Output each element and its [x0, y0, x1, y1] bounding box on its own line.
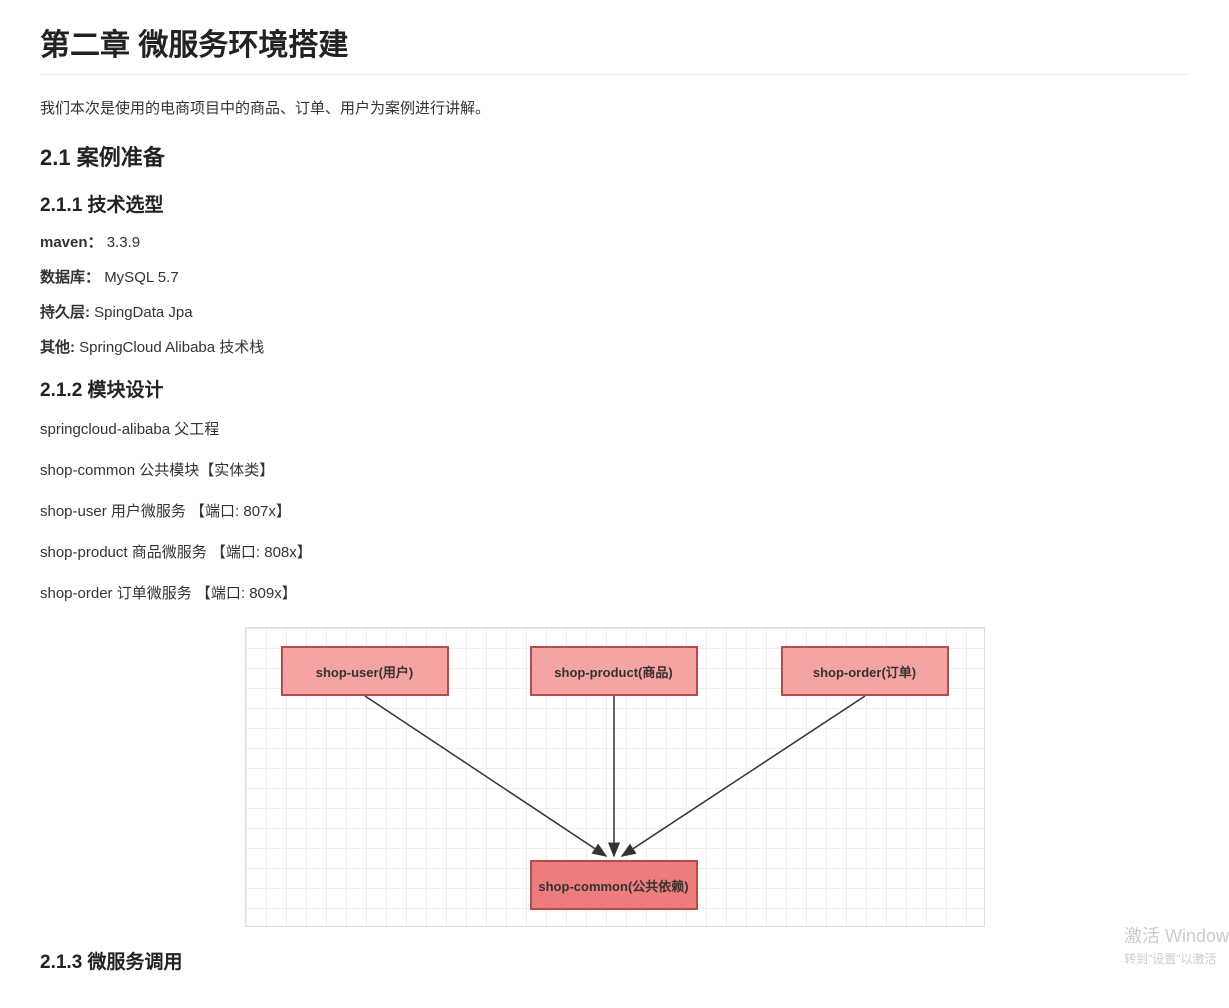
tech-db: 数据库： MySQL 5.7: [40, 266, 1189, 287]
tech-db-value: MySQL 5.7: [104, 269, 178, 286]
module-user: shop-user 用户微服务 【端口: 807x】: [40, 498, 1189, 525]
tech-maven: maven： 3.3.9: [40, 231, 1189, 252]
section-2-1: 2.1 案例准备: [40, 140, 1189, 172]
tech-other-value: SpringCloud Alibaba 技术栈: [79, 339, 264, 356]
tech-persist: 持久层: SpingData Jpa: [40, 301, 1189, 322]
box-shop-product: shop-product(商品): [530, 646, 698, 696]
intro-text: 我们本次是使用的电商项目中的商品、订单、用户为案例进行讲解。: [40, 95, 1189, 122]
chapter-title: 第二章 微服务环境搭建: [40, 20, 1189, 75]
box-shop-order: shop-order(订单): [781, 646, 949, 696]
section-2-1-3: 2.1.3 微服务调用: [40, 947, 1189, 974]
tech-other-label: 其他:: [40, 339, 75, 356]
watermark-line1: 激活 Window: [1124, 923, 1229, 950]
tech-maven-value: 3.3.9: [107, 234, 140, 251]
module-common: shop-common 公共模块【实体类】: [40, 457, 1189, 484]
tech-persist-value: SpingData Jpa: [94, 304, 192, 321]
tech-other: 其他: SpringCloud Alibaba 技术栈: [40, 336, 1189, 357]
section-2-1-2: 2.1.2 模块设计: [40, 375, 1189, 402]
tech-persist-label: 持久层:: [40, 304, 90, 321]
box-shop-common: shop-common(公共依赖): [530, 860, 698, 910]
module-order: shop-order 订单微服务 【端口: 809x】: [40, 580, 1189, 607]
tech-maven-label: maven：: [40, 234, 103, 251]
module-parent: springcloud-alibaba 父工程: [40, 416, 1189, 443]
windows-activation-watermark: 激活 Window 转到"设置"以激活: [1124, 923, 1229, 968]
watermark-line2: 转到"设置"以激活: [1124, 950, 1229, 968]
module-product: shop-product 商品微服务 【端口: 808x】: [40, 539, 1189, 566]
box-shop-user: shop-user(用户): [281, 646, 449, 696]
module-diagram: shop-user(用户) shop-product(商品) shop-orde…: [245, 627, 985, 927]
section-2-1-1: 2.1.1 技术选型: [40, 190, 1189, 217]
tech-db-label: 数据库：: [40, 269, 100, 286]
